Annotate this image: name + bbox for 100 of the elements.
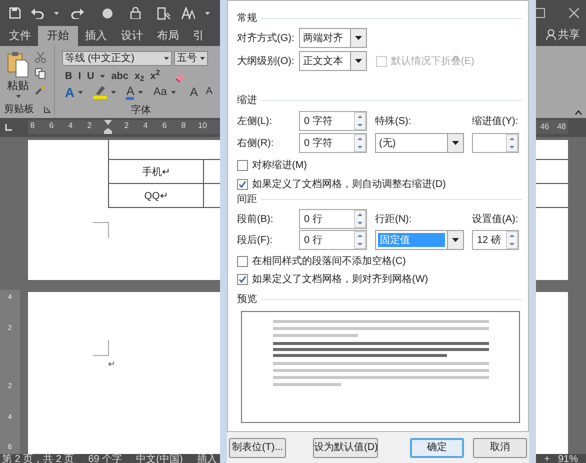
tab-selector-icon xyxy=(5,124,12,131)
spin-box[interactable]: 0 字符 xyxy=(299,133,367,153)
ruler-number: 4 xyxy=(142,120,149,132)
ruler-number: 6 xyxy=(161,120,168,132)
font-size-field[interactable]: 五号 xyxy=(174,51,208,66)
spin-box[interactable]: 0 行 xyxy=(299,230,367,250)
section-heading: 缩进 xyxy=(237,94,257,108)
field-label: 段后(F): xyxy=(237,234,274,248)
field-label: 缩进值(Y): xyxy=(472,114,518,128)
format-button[interactable]: B xyxy=(65,72,72,82)
paste-button[interactable]: 粘贴 xyxy=(6,50,30,102)
spin-box[interactable]: 12 磅 xyxy=(472,230,519,250)
format-button[interactable]: x$^{2}$ xyxy=(150,72,160,82)
dropdown[interactable]: 两端对齐 xyxy=(299,28,367,48)
spin-box[interactable] xyxy=(472,133,519,153)
caret-icon xyxy=(16,94,20,98)
ruler-number: 2 xyxy=(86,120,93,132)
ruler-number: 8 xyxy=(29,120,36,132)
caret-icon xyxy=(205,12,210,14)
status-text: 第 2 页，共 2 页 xyxy=(2,454,74,463)
dropdown[interactable]: (无) xyxy=(375,133,464,153)
spin-arrows-icon xyxy=(506,231,518,249)
ribbon-tab[interactable]: 文件 xyxy=(2,26,38,46)
launcher-icon xyxy=(44,106,51,113)
dialog-button[interactable]: 制表位(T)... xyxy=(229,438,286,458)
checkbox[interactable] xyxy=(237,178,248,190)
close-icon xyxy=(569,8,579,18)
status-text: 插入 xyxy=(196,454,217,463)
table-cell: 手机↵ xyxy=(109,160,204,184)
field-label: 行距(N): xyxy=(375,212,413,226)
dialog-button[interactable]: 取消 xyxy=(473,438,527,458)
checkbox-label: 默认情况下折叠(E) xyxy=(391,54,474,68)
ruler-number: 48 xyxy=(557,121,566,133)
copy-icon xyxy=(35,68,46,79)
margin-corner-mark xyxy=(93,222,109,238)
group-label: 字体 xyxy=(131,104,151,118)
spin-arrows-icon xyxy=(506,134,518,152)
spin-arrows-icon xyxy=(354,210,366,228)
section-heading: 间距 xyxy=(237,192,257,206)
ruler-number: 2 xyxy=(123,120,130,132)
spin-box[interactable]: 0 字符 xyxy=(299,111,367,131)
brush-icon xyxy=(35,84,46,95)
indent-marker-icon xyxy=(104,120,112,134)
font-icon xyxy=(181,6,195,20)
document-icon xyxy=(157,6,171,20)
dropdown-arrow-icon xyxy=(355,36,362,40)
shrink-font-button[interactable]: A xyxy=(206,87,213,98)
dropdown[interactable]: 正文文本 xyxy=(299,51,367,71)
spin-box[interactable]: 0 行 xyxy=(299,209,367,229)
field-label: 设置值(A): xyxy=(472,212,518,226)
field-label: 段前(B): xyxy=(237,212,274,226)
lock-icon xyxy=(129,7,141,19)
field-label: 对齐方式(G): xyxy=(237,32,296,46)
font-name-field[interactable]: 等线 (中文正文) xyxy=(62,51,172,66)
checkbox[interactable] xyxy=(237,274,248,284)
status-text: 69 个字 xyxy=(88,454,122,463)
dropdown-arrow-icon xyxy=(355,59,362,63)
checkbox-label: 如果定义了文档网格，则对齐到网格(W) xyxy=(252,272,428,286)
ribbon-tab[interactable]: 布局 xyxy=(150,26,186,46)
dialog-button[interactable]: 设为默认值(D) xyxy=(313,438,378,458)
font-color-button[interactable]: A xyxy=(126,84,134,100)
format-button[interactable]: abc xyxy=(111,72,128,82)
grow-font-button[interactable]: A xyxy=(190,86,198,98)
group-label: 剪贴板 xyxy=(4,102,34,117)
caret-icon xyxy=(164,57,169,60)
spin-arrows-icon xyxy=(354,134,366,152)
ribbon-tab[interactable]: 设计 xyxy=(114,26,150,46)
zoom-level: 91% xyxy=(558,454,578,463)
format-button[interactable]: U xyxy=(87,72,94,82)
circle-icon xyxy=(102,8,113,18)
spin-arrows-icon xyxy=(354,112,366,130)
ribbon-tab[interactable]: 插入 xyxy=(78,26,114,46)
margin-corner-mark xyxy=(93,340,109,356)
dialog-button[interactable]: 确定 xyxy=(410,438,464,458)
checkbox[interactable] xyxy=(237,256,248,266)
section-heading: 常规 xyxy=(237,12,257,26)
checkbox-label: 对称缩进(M) xyxy=(252,158,307,172)
save-icon xyxy=(9,7,21,19)
checkbox-label: 在相同样式的段落间不添加空格(C) xyxy=(252,254,406,268)
caret-icon xyxy=(54,12,59,14)
ribbon-tab[interactable]: 引 xyxy=(186,26,211,46)
redo-icon xyxy=(71,8,84,18)
checkbox[interactable] xyxy=(237,160,248,170)
ruler-number: 46 xyxy=(540,121,550,133)
ruler-number: 10 xyxy=(197,120,208,132)
field-label: 左侧(L): xyxy=(237,114,273,128)
field-label: 特殊(S): xyxy=(375,114,412,128)
paragraph-mark: ↵ xyxy=(108,358,116,371)
ruler-number: 4 xyxy=(67,120,74,132)
change-case-button[interactable]: Aa xyxy=(153,86,167,98)
dropdown-arrow-icon xyxy=(452,238,459,242)
format-button[interactable]: I xyxy=(78,72,82,82)
zoom-in-button[interactable]: + xyxy=(544,454,550,463)
dropdown-arrow-icon xyxy=(452,141,459,145)
scissors-icon xyxy=(35,52,46,63)
format-button[interactable]: x$_{2}$ xyxy=(134,72,144,82)
section-heading: 预览 xyxy=(237,292,257,306)
share-button[interactable]: 共享 xyxy=(546,26,580,43)
ribbon-tab[interactable]: 开始 xyxy=(38,26,78,46)
field-label: 大纲级别(O): xyxy=(237,54,296,68)
